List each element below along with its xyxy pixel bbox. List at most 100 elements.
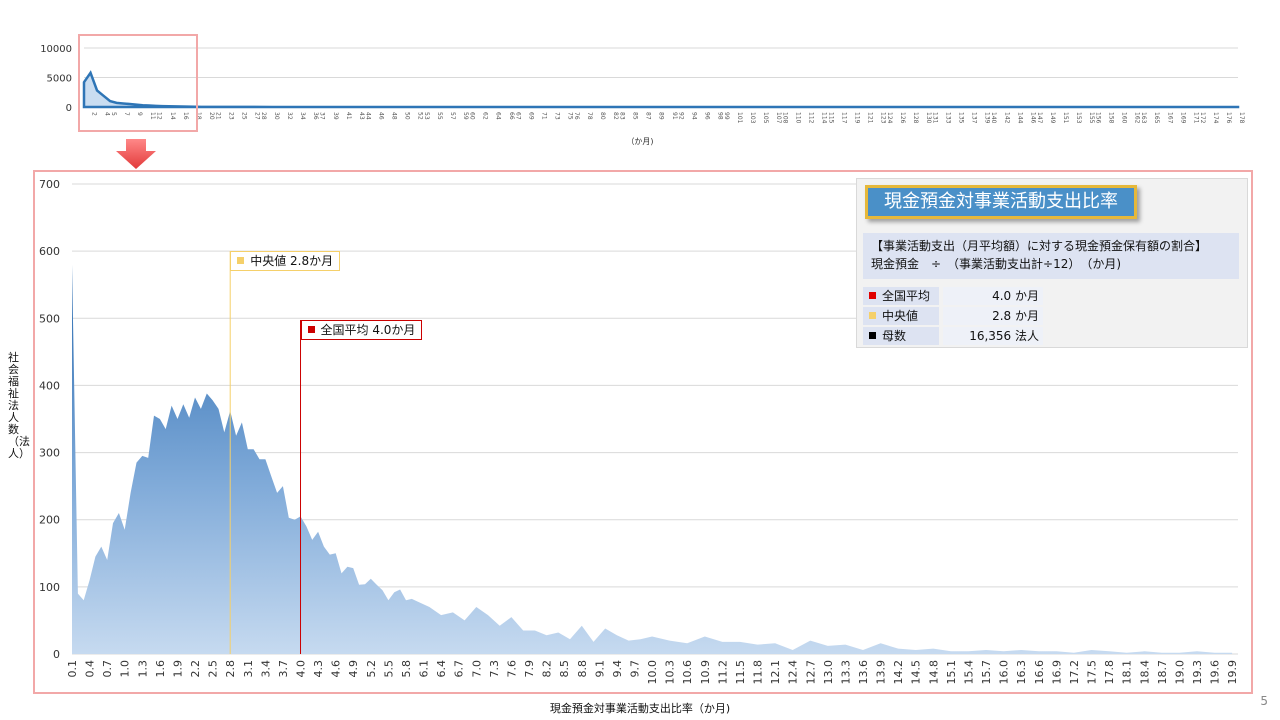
stat-row-average: 全国平均 4.0 か月 (863, 287, 1043, 305)
stat-label: 中央値 (882, 309, 919, 323)
average-callout-text: 全国平均 4.0か月 (320, 323, 416, 337)
median-callout: 中央値 2.8か月 (230, 251, 341, 271)
median-callout-text: 中央値 2.8か月 (250, 254, 334, 268)
detail-x-tick-label: 10.9 (699, 660, 712, 685)
detail-y-tick-label: 700 (39, 178, 60, 191)
detail-y-tick-label: 400 (39, 379, 60, 392)
detail-x-tick-label: 19.9 (1226, 660, 1239, 685)
detail-x-tick-label: 16.0 (998, 660, 1011, 685)
stat-value: 2.8 か月 (943, 307, 1043, 325)
median-legend-icon (869, 312, 876, 319)
detail-x-tick-label: 15.7 (980, 660, 993, 685)
detail-x-tick-label: 1.3 (136, 660, 149, 678)
detail-x-tick-label: 8.8 (576, 660, 589, 678)
detail-x-tick-label: 18.4 (1138, 660, 1151, 685)
info-title: 現金預金対事業活動支出比率 (865, 185, 1137, 219)
detail-x-tick-label: 4.9 (347, 660, 360, 678)
detail-x-tick-label: 19.6 (1209, 660, 1222, 685)
detail-x-tick-label: 13.6 (857, 660, 870, 685)
detail-chart: 0 100 200 300 400 500 600 700 0.1 0.4 0.7 1.0 1.3 1.… (39, 178, 1239, 685)
average-legend-icon (869, 292, 876, 299)
detail-x-tick-label: 13.0 (822, 660, 835, 685)
stat-row-count: 母数 16,356 法人 (863, 327, 1043, 345)
detail-x-tick-label: 0.1 (66, 660, 79, 678)
detail-x-tick-label: 3.1 (242, 660, 255, 678)
detail-x-tick-label: 16.9 (1050, 660, 1063, 685)
detail-x-tick-label: 1.0 (119, 660, 132, 678)
detail-x-tick-label: 4.3 (312, 660, 325, 678)
detail-x-tick-label: 6.4 (435, 660, 448, 678)
detail-x-tick-label: 17.5 (1086, 660, 1099, 685)
stat-value: 4.0 か月 (943, 287, 1043, 305)
detail-x-tick-label: 19.0 (1173, 660, 1186, 685)
detail-x-tick-label: 15.4 (962, 660, 975, 685)
detail-x-tick-label: 9.4 (611, 660, 624, 678)
detail-x-tick-label: 10.6 (681, 660, 694, 685)
detail-x-tick-label: 4.6 (330, 660, 343, 678)
stat-row-median: 中央値 2.8 か月 (863, 307, 1043, 325)
stat-label: 母数 (882, 329, 907, 343)
detail-x-tick-label: 11.2 (716, 660, 729, 685)
detail-x-tick-label: 4.0 (295, 660, 308, 678)
detail-x-tick-label: 3.7 (277, 660, 290, 678)
detail-y-tick-label: 100 (39, 581, 60, 594)
detail-y-tick-label: 0 (53, 648, 60, 661)
detail-x-tick-label: 10.0 (646, 660, 659, 685)
detail-x-tick-label: 5.2 (365, 660, 378, 678)
detail-x-tick-label: 15.1 (945, 660, 958, 685)
detail-x-tick-label: 5.8 (400, 660, 413, 678)
info-desc-line2: 現金預金 ÷ （事業活動支出計÷12） （か月) (871, 257, 1122, 271)
count-legend-icon (869, 332, 876, 339)
detail-x-tick-label: 0.7 (101, 660, 114, 678)
detail-x-tick-label: 9.1 (593, 660, 606, 678)
detail-x-tick-label: 12.1 (769, 660, 782, 685)
detail-x-tick-label: 7.0 (470, 660, 483, 678)
detail-x-axis-label: 現金預金対事業活動支出比率（か月) (549, 702, 731, 715)
detail-y-tick-label: 200 (39, 514, 60, 527)
detail-x-tick-label: 9.7 (628, 660, 641, 678)
median-marker-icon (237, 257, 245, 264)
detail-y-tick-label: 600 (39, 245, 60, 258)
detail-x-tick-label: 10.3 (664, 660, 677, 685)
detail-x-tick-label: 6.7 (453, 660, 466, 678)
info-desc-line1: 【事業活動支出（月平均額）に対する現金預金保有額の割合】 (871, 239, 1208, 253)
stat-label: 全国平均 (882, 289, 931, 303)
detail-x-tick-label: 14.5 (910, 660, 923, 685)
average-marker-icon (307, 326, 315, 333)
stat-value: 16,356 法人 (943, 327, 1043, 345)
detail-x-tick-label: 14.2 (892, 660, 905, 685)
detail-x-tick-label: 3.4 (259, 660, 272, 678)
detail-x-tick-label: 13.9 (875, 660, 888, 685)
detail-x-tick-label: 1.6 (154, 660, 167, 678)
detail-x-tick-label: 18.1 (1121, 660, 1134, 685)
detail-x-tick-label: 0.4 (84, 660, 97, 678)
detail-x-tick-label: 12.7 (804, 660, 817, 685)
detail-x-tick-label: 2.2 (189, 660, 202, 678)
detail-x-tick-label: 16.6 (1033, 660, 1046, 685)
info-description: 【事業活動支出（月平均額）に対する現金預金保有額の割合】 現金預金 ÷ （事業活… (863, 233, 1239, 279)
detail-x-tick-label: 19.3 (1191, 660, 1204, 685)
detail-x-tick-label: 17.8 (1103, 660, 1116, 685)
average-callout: 全国平均 4.0か月 (300, 320, 423, 340)
detail-x-tick-label: 7.9 (523, 660, 536, 678)
detail-x-tick-label: 6.1 (418, 660, 431, 678)
detail-x-tick-label: 13.3 (839, 660, 852, 685)
detail-y-tick-label: 300 (39, 447, 60, 460)
detail-x-tick-label: 11.8 (752, 660, 765, 685)
detail-y-ticks: 0 100 200 300 400 500 600 700 (39, 178, 60, 661)
page-number: 5 (1260, 694, 1268, 708)
info-panel: 現金預金対事業活動支出比率 【事業活動支出（月平均額）に対する現金預金保有額の割… (856, 178, 1248, 348)
detail-y-axis-label: 社会福祉法人数（法人） (8, 351, 30, 460)
detail-x-tick-label: 7.3 (488, 660, 501, 678)
detail-x-tick-label: 1.9 (171, 660, 184, 678)
detail-x-tick-label: 2.8 (224, 660, 237, 678)
detail-x-tick-label: 8.5 (558, 660, 571, 678)
detail-x-tick-label: 7.6 (505, 660, 518, 678)
detail-x-tick-label: 5.5 (382, 660, 395, 678)
detail-x-tick-label: 14.8 (927, 660, 940, 685)
detail-y-tick-label: 500 (39, 312, 60, 325)
detail-x-tick-label: 11.5 (734, 660, 747, 685)
detail-x-tick-label: 12.4 (787, 660, 800, 685)
detail-x-tick-label: 17.2 (1068, 660, 1081, 685)
detail-x-tick-label: 2.5 (207, 660, 220, 678)
